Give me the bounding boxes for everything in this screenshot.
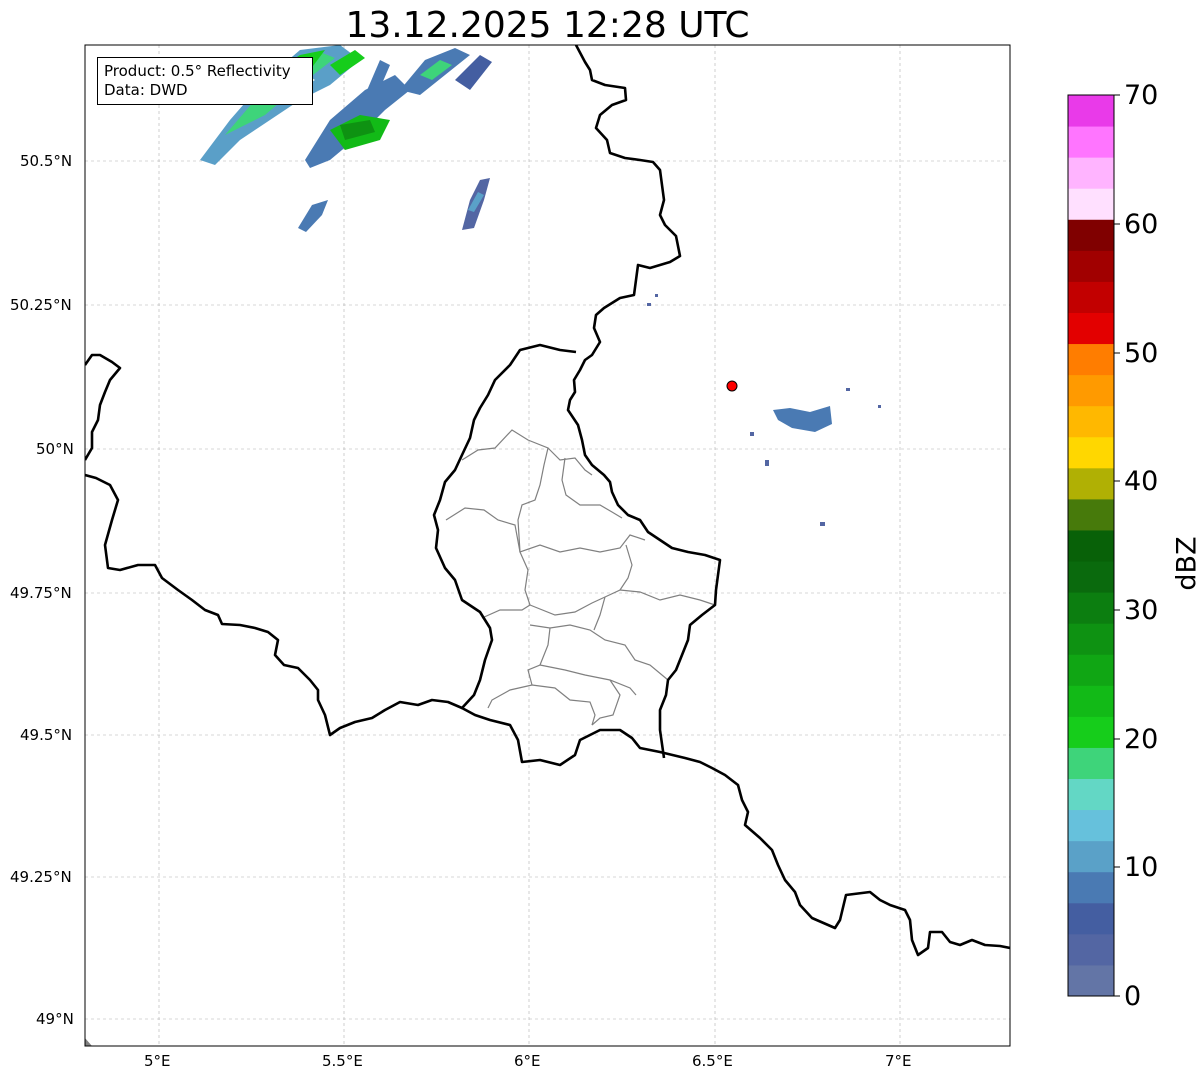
radar-map <box>84 44 1120 1047</box>
colorbar-segment <box>1068 933 1114 966</box>
colorbar-segment <box>1068 467 1114 500</box>
colorbar-tick-label: 70 <box>1124 80 1159 111</box>
colorbar-segment <box>1068 219 1114 251</box>
colorbar-segment <box>1068 778 1114 811</box>
colorbar-segment <box>1068 157 1114 189</box>
colorbar-tick-label: 40 <box>1124 466 1159 497</box>
lat-tick-label: 50.25°N <box>10 296 72 314</box>
colorbar-segment <box>1068 964 1114 997</box>
colorbar-segment <box>1068 374 1114 407</box>
colorbar-segment <box>1068 95 1114 127</box>
lat-tick-label: 49.5°N <box>20 726 73 744</box>
lon-tick-label: 7°E <box>885 1052 912 1070</box>
colorbar-title: dBZ <box>1171 536 1202 591</box>
colorbar-segment <box>1068 716 1114 748</box>
colorbar-segment <box>1068 188 1114 220</box>
colorbar-segment <box>1068 126 1114 158</box>
colorbar-segment <box>1068 250 1114 282</box>
lon-tick-label: 6°E <box>514 1052 541 1070</box>
data-source-label: Data: DWD <box>104 81 188 99</box>
colorbar-segment <box>1068 436 1114 469</box>
colorbar-tick-label: 30 <box>1124 595 1159 626</box>
colorbar-segment <box>1068 840 1114 873</box>
lat-tick-label: 49.75°N <box>10 584 72 602</box>
lat-tick-label: 50°N <box>36 440 74 458</box>
colorbar-segment <box>1068 281 1114 313</box>
lat-tick-label: 49°N <box>36 1010 74 1028</box>
colorbar <box>1068 95 1114 997</box>
colorbar-segment <box>1068 529 1114 562</box>
colorbar-tick-label: 50 <box>1124 338 1159 369</box>
colorbar-tick-label: 20 <box>1124 724 1159 755</box>
colorbar-segment <box>1068 592 1114 624</box>
colorbar-segment <box>1068 809 1114 842</box>
colorbar-tick-label: 60 <box>1124 209 1159 240</box>
colorbar-segment <box>1068 561 1114 593</box>
lat-tick-label: 50.5°N <box>20 152 73 170</box>
colorbar-tick-label: 0 <box>1124 981 1142 1012</box>
product-info-box: Product: 0.5° Reflectivity Data: DWD <box>97 57 313 105</box>
colorbar-ticks <box>1114 94 1120 997</box>
radar-site-marker <box>726 380 738 392</box>
product-label: Product: 0.5° Reflectivity <box>104 62 291 80</box>
colorbar-segment <box>1068 343 1114 376</box>
colorbar-segment <box>1068 902 1114 935</box>
colorbar-segment <box>1068 654 1114 686</box>
colorbar-segment <box>1068 405 1114 438</box>
colorbar-segment <box>1068 312 1114 345</box>
lat-tick-label: 49.25°N <box>10 868 72 886</box>
colorbar-segment <box>1068 498 1114 531</box>
colorbar-segment <box>1068 685 1114 717</box>
lon-tick-label: 6.5°E <box>692 1052 733 1070</box>
plot-area <box>85 45 1010 1046</box>
lon-tick-label: 5°E <box>144 1052 171 1070</box>
lon-tick-label: 5.5°E <box>322 1052 363 1070</box>
colorbar-segment <box>1068 623 1114 655</box>
colorbar-segment <box>1068 747 1114 780</box>
colorbar-tick-label: 10 <box>1124 852 1159 883</box>
colorbar-segment <box>1068 871 1114 904</box>
